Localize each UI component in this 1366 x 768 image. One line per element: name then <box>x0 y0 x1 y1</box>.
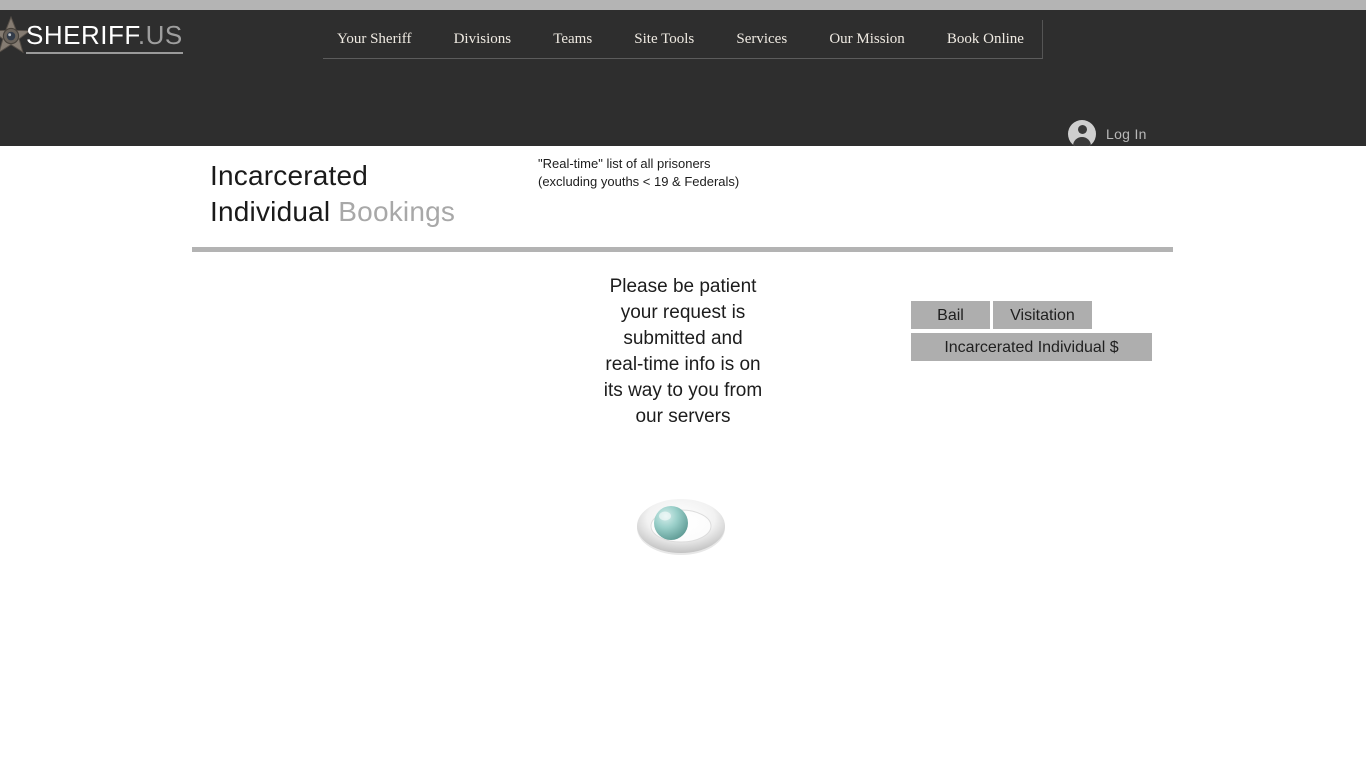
loading-message-line-5: its way to you from <box>563 378 803 404</box>
site-logo-text: SHERIFF.US <box>26 19 183 54</box>
nav-item-teams[interactable]: Teams <box>549 29 596 50</box>
page-subtitle: "Real-time" list of all prisoners (exclu… <box>538 155 739 191</box>
page-content: Incarcerated Individual Bookings "Real-t… <box>0 146 1366 768</box>
logo-text-tld: .US <box>138 20 183 50</box>
loading-spinner <box>635 495 727 557</box>
page-title-line1: Incarcerated <box>210 160 368 191</box>
page-subtitle-line1: "Real-time" list of all prisoners <box>538 155 739 173</box>
visitation-button[interactable]: Visitation <box>993 301 1092 329</box>
nav-item-our-mission[interactable]: Our Mission <box>825 29 908 50</box>
loading-message: Please be patient your request is submit… <box>563 274 803 430</box>
page-title-line2-strong: Individual <box>210 196 330 227</box>
page-title: Incarcerated Individual Bookings <box>210 158 540 230</box>
page-subtitle-line2: (excluding youths < 19 & Federals) <box>538 173 739 191</box>
loading-message-line-1: Please be patient <box>563 274 803 300</box>
nav-item-book-online[interactable]: Book Online <box>943 29 1028 50</box>
page-title-line2-muted: Bookings <box>338 196 455 227</box>
nav-item-divisions[interactable]: Divisions <box>450 29 516 50</box>
nav-item-site-tools[interactable]: Site Tools <box>630 29 698 50</box>
login-label: Log In <box>1106 126 1147 142</box>
login-button[interactable]: Log In <box>1068 120 1147 148</box>
nav-item-your-sheriff[interactable]: Your Sheriff <box>333 29 415 50</box>
loading-message-line-4: real-time info is on <box>563 352 803 378</box>
user-avatar-icon <box>1068 120 1096 148</box>
bail-button[interactable]: Bail <box>911 301 990 329</box>
loading-message-line-2: your request is <box>563 300 803 326</box>
loading-message-line-6: our servers <box>563 404 803 430</box>
incarcerated-individual-money-button[interactable]: Incarcerated Individual $ <box>911 333 1152 361</box>
site-header: SHERIFF.US Your Sheriff Divisions Teams … <box>0 10 1366 146</box>
main-navigation: Your Sheriff Divisions Teams Site Tools … <box>323 20 1043 59</box>
nav-item-services[interactable]: Services <box>732 29 791 50</box>
loading-message-line-3: submitted and <box>563 326 803 352</box>
top-accent-strip <box>0 0 1366 10</box>
loading-spinner-icon <box>635 495 727 557</box>
section-divider <box>192 247 1173 252</box>
logo-text-main: SHERIFF <box>26 20 138 50</box>
